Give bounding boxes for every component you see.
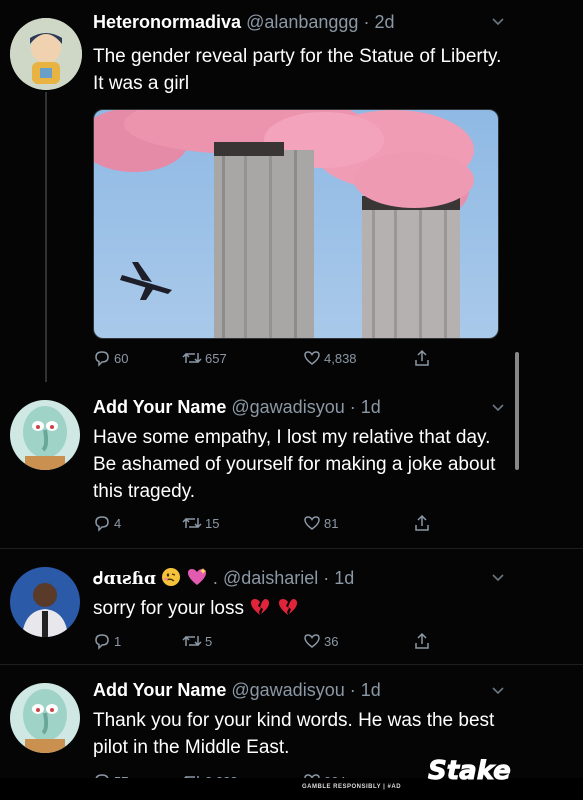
stake-logo[interactable]: Stake (428, 756, 512, 787)
reply-button[interactable]: 1 (93, 632, 121, 650)
broken-heart-emoji-icon (277, 597, 299, 625)
retweet-button[interactable]: 15 (182, 514, 219, 532)
tweet-header: Add Your Name @gawadisyou · 1d (93, 680, 381, 701)
tweet-actions: 4 15 81 (93, 514, 453, 536)
tweet-header: Add Your Name @gawadisyou · 1d (93, 397, 381, 418)
handle[interactable]: @gawadisyou (231, 397, 344, 417)
retweet-count: 15 (205, 515, 220, 531)
retweet-icon (182, 632, 202, 650)
share-button[interactable] (413, 349, 431, 367)
tweet-text: Have some empathy, I lost my relative th… (93, 427, 496, 502)
like-button[interactable]: 81 (303, 514, 338, 532)
tweet-actions: 1 5 36 (93, 632, 453, 654)
retweet-button[interactable]: 5 (182, 632, 212, 650)
retweet-count: 657 (205, 350, 227, 366)
reply-icon (93, 514, 111, 532)
share-button[interactable] (413, 514, 431, 532)
display-name[interactable]: Add Your Name (93, 680, 226, 700)
avatar[interactable] (10, 567, 80, 637)
tweet-text-content: sorry for your loss (93, 598, 244, 619)
divider (0, 664, 583, 665)
reply-button[interactable]: 4 (93, 514, 121, 532)
share-icon (413, 632, 431, 650)
handle[interactable]: @daishariel (223, 568, 318, 588)
timestamp: · 1d (323, 568, 355, 588)
like-icon (303, 349, 321, 367)
avatar[interactable] (10, 400, 80, 470)
like-count: 4,838 (324, 350, 357, 366)
reply-count: 1 (114, 633, 122, 649)
share-icon (413, 514, 431, 532)
like-count: 36 (324, 633, 339, 649)
chevron-down-icon[interactable] (491, 683, 505, 699)
reply-count: 60 (114, 350, 129, 366)
avatar[interactable] (10, 683, 80, 753)
tweet-text: The gender reveal party for the Statue o… (93, 46, 502, 94)
chevron-down-icon[interactable] (491, 570, 505, 586)
retweet-button[interactable]: 657 (182, 349, 227, 367)
broken-heart-emoji-icon (249, 597, 271, 625)
like-button[interactable]: 4,838 (303, 349, 357, 367)
handle[interactable]: @gawadisyou (231, 680, 344, 700)
tweet-header: ᑯɑꙇꙅɦɑ . @daishariel · 1d (93, 567, 354, 592)
reply-icon (93, 349, 111, 367)
tweet-text: sorry for your loss (93, 595, 513, 625)
timestamp: · 1d (349, 397, 381, 417)
ad-disclaimer: GAMBLE RESPONSIBLY | #AD (302, 784, 402, 790)
like-button[interactable]: 36 (303, 632, 338, 650)
name-separator: . (212, 568, 218, 588)
tweet-text: Thank you for your kind words. He was th… (93, 710, 495, 758)
reply-count: 4 (114, 515, 122, 531)
twitter-thread: Heteronormadiva @alanbanggg · 2d The gen… (0, 0, 583, 800)
divider (0, 548, 583, 549)
chevron-down-icon[interactable] (491, 400, 505, 416)
retweet-icon (182, 349, 202, 367)
reply-icon (93, 632, 111, 650)
share-icon (413, 349, 431, 367)
reply-button[interactable]: 60 (93, 349, 128, 367)
handle[interactable]: @alanbanggg (246, 12, 358, 32)
tweet-image[interactable] (93, 109, 499, 339)
timestamp: · 2d (363, 12, 395, 32)
retweet-count: 5 (205, 633, 213, 649)
chevron-down-icon[interactable] (491, 14, 505, 30)
tweet-header: Heteronormadiva @alanbanggg · 2d (93, 12, 394, 33)
display-name[interactable]: Add Your Name (93, 397, 226, 417)
retweet-icon (182, 514, 202, 532)
thread-line (45, 92, 47, 382)
scrollbar[interactable] (515, 352, 519, 470)
timestamp: · 1d (349, 680, 381, 700)
display-name[interactable]: ᑯɑꙇꙅɦɑ (93, 569, 156, 589)
avatar[interactable] (10, 18, 82, 90)
display-name[interactable]: Heteronormadiva (93, 12, 241, 32)
like-icon (303, 632, 321, 650)
tweet-actions: 60 657 4,838 (93, 349, 453, 371)
sparkling-heart-emoji-icon (186, 567, 208, 592)
like-count: 81 (324, 515, 339, 531)
like-icon (303, 514, 321, 532)
share-button[interactable] (413, 632, 431, 650)
woozy-face-emoji-icon (161, 567, 181, 592)
